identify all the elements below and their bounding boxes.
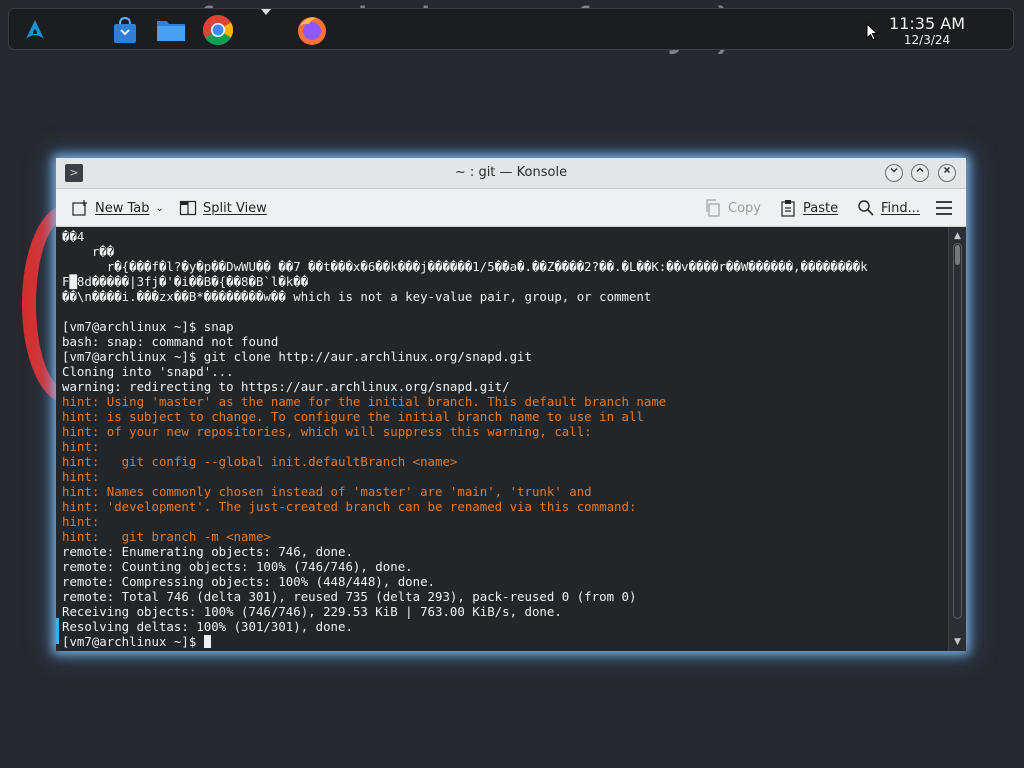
scrollbar-track[interactable] (953, 243, 962, 619)
terminal-line: r�{���f�l?�y�p��DwWU�� ��7 ��t���x�6��k�… (62, 259, 868, 274)
terminal-line: bash: snap: command not found (62, 334, 279, 349)
terminal-line: hint: git branch -m <name> (62, 529, 271, 544)
terminal-line: remote: Compressing objects: 100% (448/4… (62, 574, 435, 589)
text-cursor (203, 635, 211, 648)
terminal-scrollbar[interactable]: ▲ ▼ (948, 227, 966, 651)
new-tab-icon (72, 200, 87, 216)
clock-date: 12/3/24 (903, 33, 951, 47)
scroll-down-icon[interactable]: ▼ (949, 635, 966, 649)
hamburger-menu-icon (936, 201, 952, 215)
paste-icon (781, 200, 795, 217)
terminal-line: Resolving deltas: 100% (301/301), done. (62, 619, 353, 634)
terminal-line: Cloning into 'snapd'... (62, 364, 234, 379)
terminal-line: hint: Names commonly chosen instead of '… (62, 484, 592, 499)
taskbar: 11:35 AM 12/3/24 (8, 8, 1014, 50)
terminal-line: hint: is subject to change. To configure… (62, 409, 644, 424)
chevron-up-icon (916, 167, 924, 173)
folder-icon (157, 21, 185, 41)
scrollbar-thumb[interactable] (955, 245, 960, 265)
scroll-up-icon[interactable]: ▲ (949, 229, 966, 243)
terminal-line: hint: (62, 514, 100, 529)
task-chrome[interactable] (202, 14, 234, 46)
terminal-line: Receiving objects: 100% (746/746), 229.5… (62, 604, 562, 619)
maximize-button[interactable] (911, 164, 929, 182)
find-button[interactable]: Find... (857, 198, 920, 218)
copy-button[interactable]: Copy (704, 198, 761, 218)
task-dolphin[interactable] (155, 14, 187, 46)
terminal-line: [vm7@archlinux ~]$ git clone http://aur.… (62, 349, 532, 364)
terminal-line: hint: git config --global init.defaultBr… (62, 454, 458, 469)
close-button[interactable] (938, 164, 956, 182)
discover-store-icon (114, 16, 136, 43)
system-clock[interactable]: 11:35 AM 12/3/24 (889, 14, 965, 48)
terminal-line: ��\n����i.���zx��B*��������w�� which is … (62, 289, 652, 304)
terminal-line: [vm7@archlinux ~]$ snap (62, 319, 234, 334)
terminal-line: hint: Using 'master' as the name for the… (62, 394, 667, 409)
konsole-toolbar: New Tab ⌄ Split View Copy Paste Find... (56, 189, 966, 227)
konsole-window: > ~ : git — Konsole New Tab ⌄ Split View… (56, 158, 966, 651)
terminal-line: hint: (62, 439, 100, 454)
firefox-icon (298, 17, 326, 45)
task-discover[interactable] (109, 14, 141, 46)
paste-label: Paste (803, 200, 839, 216)
terminal-line: warning: redirecting to https://aur.arch… (62, 379, 510, 394)
terminal-prompt: [vm7@archlinux ~]$ (62, 634, 204, 649)
terminal-line: ��4 (62, 229, 85, 244)
find-label: Find... (881, 200, 921, 216)
arch-logo-icon[interactable] (23, 18, 47, 42)
terminal-line: hint: (62, 469, 100, 484)
split-view-icon (179, 200, 197, 216)
chrome-icon (202, 14, 234, 46)
new-tab-button[interactable]: New Tab ⌄ (71, 198, 164, 218)
window-title: ~ : git — Konsole (454, 165, 568, 180)
chevron-down-icon[interactable]: ⌄ (156, 203, 164, 214)
terminal-line: remote: Total 746 (delta 301), reused 73… (62, 589, 637, 604)
terminal-prompt-line[interactable]: [vm7@archlinux ~]$ (62, 634, 948, 649)
split-view-button[interactable]: Split View (179, 198, 267, 218)
search-icon (858, 200, 874, 216)
terminal-focus-marker (56, 618, 59, 644)
terminal-output[interactable]: ��4 r�� r�{���f�l?�y�p��DwWU�� ��7 ��t��… (56, 227, 948, 651)
split-view-label: Split View (203, 200, 267, 216)
window-titlebar[interactable]: > ~ : git — Konsole (56, 158, 966, 189)
chevron-down-icon (890, 167, 898, 173)
copy-label: Copy (728, 200, 761, 216)
close-icon (943, 166, 951, 174)
task-firefox[interactable] (296, 14, 328, 46)
terminal-line: remote: Counting objects: 100% (746/746)… (62, 559, 413, 574)
new-tab-label: New Tab (95, 200, 150, 216)
clock-time: 11:35 AM (889, 14, 965, 33)
paste-button[interactable]: Paste (779, 198, 838, 218)
terminal-line: remote: Enumerating objects: 746, done. (62, 544, 353, 559)
hamburger-menu-button[interactable] (934, 198, 960, 218)
terminal-line: hint: of your new repositories, which wi… (62, 424, 592, 439)
terminal-line: r�� (62, 244, 115, 259)
mouse-cursor-icon (866, 23, 878, 41)
minimize-button[interactable] (885, 164, 903, 182)
terminal-line: hint: 'development'. The just-created br… (62, 499, 637, 514)
active-task-marker (261, 9, 271, 15)
copy-icon (706, 199, 720, 217)
terminal-line: F█8d�����|3fj�'�i��B�{��8�B`l�k�� (62, 274, 309, 289)
